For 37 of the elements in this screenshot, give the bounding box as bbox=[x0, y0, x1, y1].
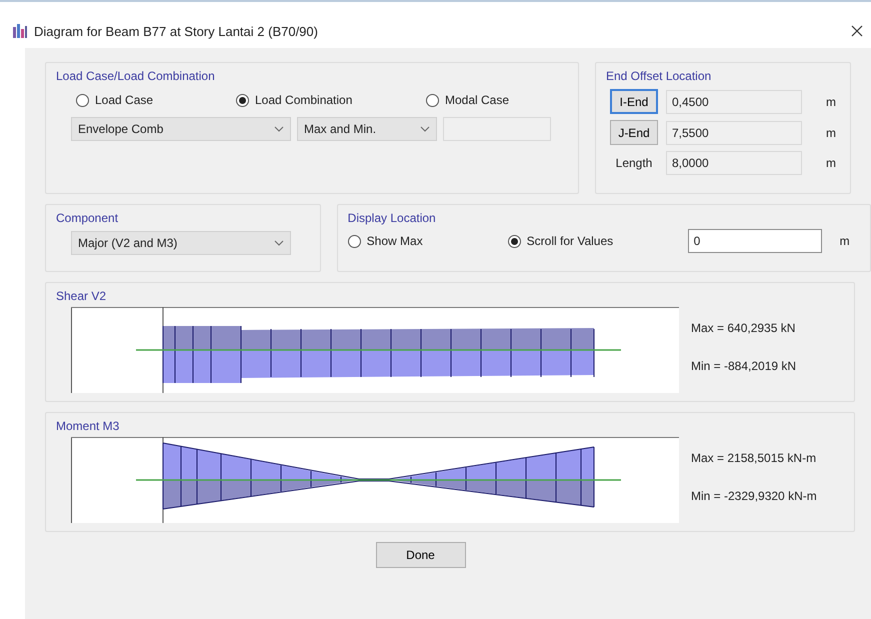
end-button[interactable]: I-End bbox=[610, 89, 658, 114]
location-field[interactable]: 0 bbox=[688, 229, 822, 253]
group-title: Moment M3 bbox=[56, 419, 120, 433]
group-title: End Offset Location bbox=[606, 69, 712, 83]
radio-option[interactable]: Show Max bbox=[348, 234, 498, 248]
group-title: Shear V2 bbox=[56, 289, 108, 303]
value-field[interactable]: 0,4500 bbox=[666, 90, 802, 114]
group-title: Load Case/Load Combination bbox=[56, 69, 216, 83]
mode-dropdown[interactable]: Max and Min. bbox=[297, 117, 437, 141]
value-field[interactable]: 8,0000 bbox=[666, 151, 802, 175]
value-field[interactable]: 7,5500 bbox=[666, 120, 802, 144]
input-field[interactable] bbox=[443, 117, 551, 141]
unit-label: m bbox=[840, 234, 850, 248]
radio-option[interactable]: Load Case bbox=[76, 93, 226, 107]
radio-option[interactable]: Scroll for Values bbox=[508, 234, 678, 248]
max-value: Max = 2158,5015 kN-m bbox=[691, 451, 817, 465]
done-button[interactable]: Done bbox=[376, 542, 466, 568]
bar-chart-icon bbox=[12, 24, 28, 38]
group-title: Display Location bbox=[348, 211, 437, 225]
radio-option[interactable]: Load Combination bbox=[236, 93, 416, 107]
unit-label: m bbox=[826, 126, 836, 140]
chevron-down-icon bbox=[420, 126, 430, 132]
min-value: Min = -2329,9320 kN-m bbox=[691, 489, 817, 503]
window-title: Diagram for Beam B77 at Story Lantai 2 (B70/90) bbox=[34, 24, 319, 38]
close-icon[interactable] bbox=[851, 25, 863, 37]
chevron-down-icon bbox=[274, 126, 284, 132]
unit-label: m bbox=[826, 156, 836, 170]
combination-dropdown[interactable]: Envelope Comb bbox=[71, 117, 291, 141]
component-dropdown[interactable]: Major (V2 and M3) bbox=[71, 231, 291, 255]
chevron-down-icon bbox=[274, 240, 284, 246]
unit-label: m bbox=[826, 94, 836, 108]
radio-option[interactable]: Modal Case bbox=[426, 93, 566, 107]
max-value: Max = 640,2935 kN bbox=[691, 321, 796, 335]
field-label: Length bbox=[614, 156, 654, 170]
group-title: Component bbox=[56, 211, 120, 225]
min-value: Min = -884,2019 kN bbox=[691, 359, 796, 373]
end-button[interactable]: J-End bbox=[610, 120, 658, 145]
